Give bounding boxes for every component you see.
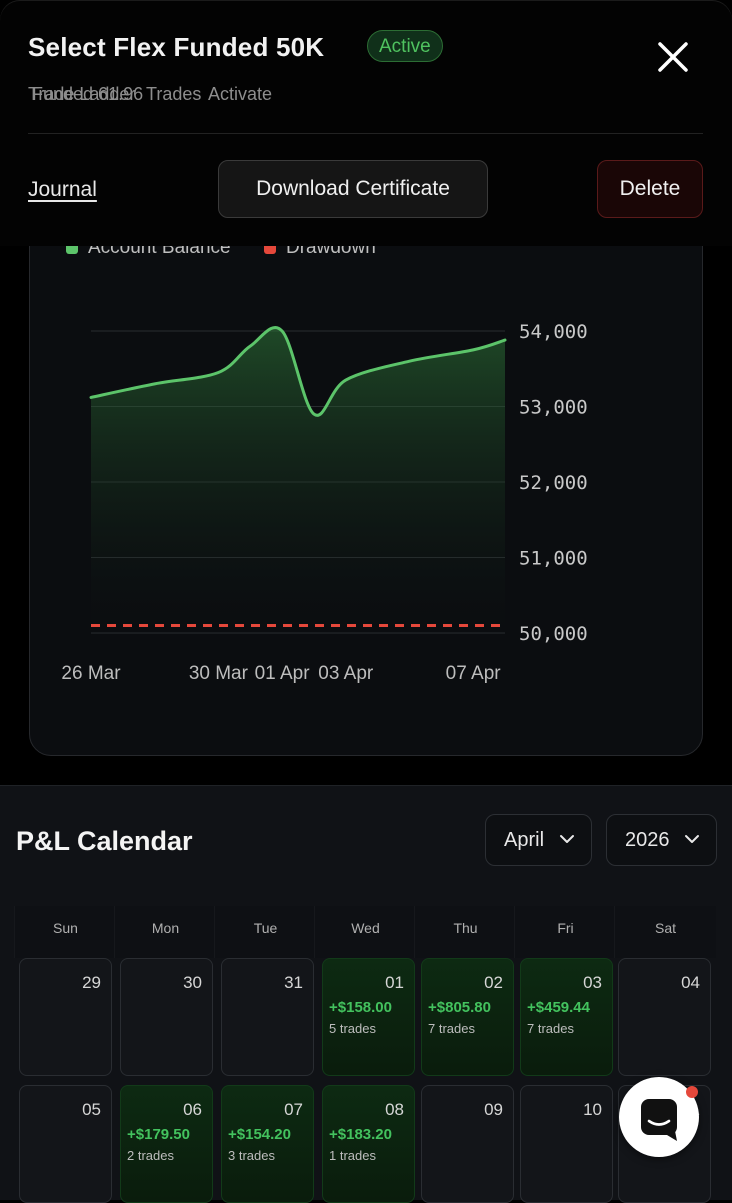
year-value: 2026: [625, 829, 670, 851]
weekday-header: Wed: [314, 906, 416, 958]
x-tick-label: 03 Apr: [318, 663, 374, 684]
journal-link[interactable]: Journal: [28, 178, 97, 202]
y-tick-label: 52,000: [519, 472, 588, 494]
weekday-header: Fri: [514, 906, 616, 958]
day-pnl: +$158.00: [329, 999, 392, 1016]
calendar-day[interactable]: 08 +$183.20 1 trades: [322, 1085, 415, 1203]
month-value: April: [504, 829, 545, 851]
calendar-day[interactable]: 07 +$154.20 3 trades: [221, 1085, 314, 1203]
calendar-day[interactable]: 09: [421, 1085, 514, 1203]
status-badge: Active: [367, 30, 443, 62]
day-number: 10: [583, 1100, 602, 1119]
modal-header: Select Flex Funded 50K Active Trade Ladd…: [0, 0, 732, 246]
day-trade-count: 5 trades: [329, 1021, 376, 1036]
day-number: 31: [284, 973, 303, 992]
subtitle-text: Activate: [208, 84, 273, 104]
day-trade-count: 3 trades: [228, 1148, 275, 1163]
chevron-down-icon: [560, 835, 574, 843]
y-tick-label: 50,000: [519, 623, 588, 645]
calendar-day[interactable]: 05: [19, 1085, 112, 1203]
subtitle-text: Trades: [146, 84, 202, 104]
x-tick-label: 07 Apr: [446, 663, 502, 684]
day-pnl: +$154.20: [228, 1126, 291, 1143]
subtitle-text: Funded 61.96: [32, 84, 144, 104]
balance-chart-card: Account Balance Drawdown 54,000 53,000 52,…: [29, 200, 703, 756]
day-number: 07: [284, 1100, 303, 1119]
weekday-header: Tue: [214, 906, 316, 958]
day-number: 06: [183, 1100, 202, 1119]
calendar-day[interactable]: 29: [19, 958, 112, 1076]
x-tick-label: 26 Mar: [61, 663, 121, 684]
day-number: 05: [82, 1100, 101, 1119]
weekday-header: Sat: [614, 906, 716, 958]
year-select[interactable]: 2026: [606, 814, 717, 866]
day-pnl: +$183.20: [329, 1126, 392, 1143]
calendar-day[interactable]: 02 +$805.80 7 trades: [421, 958, 514, 1076]
calendar-day[interactable]: 04: [618, 958, 711, 1076]
calendar-title: P&L Calendar: [16, 826, 193, 856]
day-trade-count: 7 trades: [527, 1021, 574, 1036]
y-tick-label: 51,000: [519, 548, 588, 570]
calendar-day[interactable]: 10: [520, 1085, 613, 1203]
delete-button[interactable]: Delete: [597, 160, 703, 218]
close-icon[interactable]: [652, 36, 694, 78]
day-pnl: +$459.44: [527, 999, 590, 1016]
weekday-header: Mon: [114, 906, 216, 958]
notification-dot: [686, 1086, 698, 1098]
account-title: Select Flex Funded 50K: [28, 32, 325, 62]
day-number: 08: [385, 1100, 404, 1119]
weekday-header: Thu: [414, 906, 516, 958]
divider: [28, 133, 703, 134]
calendar-day[interactable]: 01 +$158.00 5 trades: [322, 958, 415, 1076]
day-number: 01: [385, 973, 404, 992]
day-number: 29: [82, 973, 101, 992]
day-number: 03: [583, 973, 602, 992]
day-trade-count: 1 trades: [329, 1148, 376, 1163]
day-number: 04: [681, 973, 700, 992]
x-tick-label: 30 Mar: [189, 663, 249, 684]
calendar-day[interactable]: 31: [221, 958, 314, 1076]
day-number: 09: [484, 1100, 503, 1119]
chevron-down-icon: [685, 835, 699, 843]
month-select[interactable]: April: [485, 814, 592, 866]
y-tick-label: 53,000: [519, 397, 588, 419]
day-pnl: +$805.80: [428, 999, 491, 1016]
calendar-day[interactable]: 30: [120, 958, 213, 1076]
balance-chart: 54,000 53,000 52,000 51,000 50,000 26 Mar 30 M…: [61, 321, 588, 684]
calendar-day[interactable]: 06 +$179.50 2 trades: [120, 1085, 213, 1203]
download-certificate-button[interactable]: Download Certificate: [218, 160, 488, 218]
weekday-header: Sun: [14, 906, 116, 958]
day-pnl: +$179.50: [127, 1126, 190, 1143]
y-tick-label: 54,000: [519, 321, 588, 343]
day-number: 02: [484, 973, 503, 992]
day-trade-count: 7 trades: [428, 1021, 475, 1036]
calendar-day[interactable]: 03 +$459.44 7 trades: [520, 958, 613, 1076]
x-tick-label: 01 Apr: [255, 663, 311, 684]
day-number: 30: [183, 973, 202, 992]
day-trade-count: 2 trades: [127, 1148, 174, 1163]
